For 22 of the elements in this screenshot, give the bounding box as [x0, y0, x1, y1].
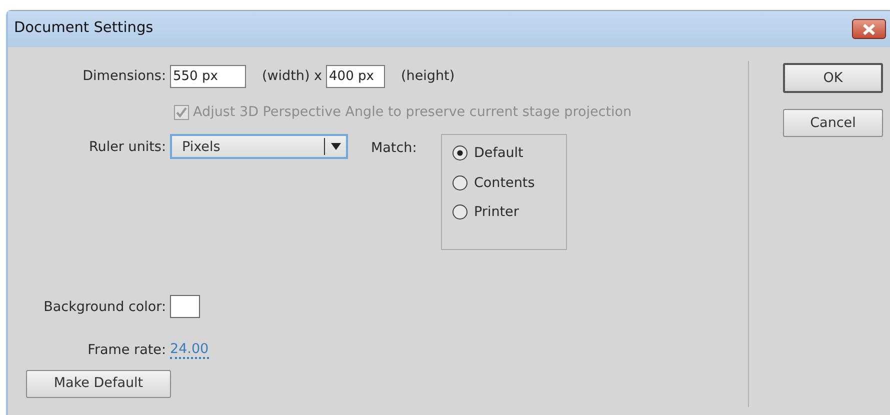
height-field[interactable]: 400 px [326, 65, 386, 88]
make-default-button[interactable]: Make Default [26, 370, 171, 398]
width-unit-label: (width) x [262, 67, 322, 86]
dialog-button[interactable]: Cancel [783, 109, 883, 137]
checkbox-label: Adjust 3D Perspective Angle to preserve current stage projection [193, 103, 632, 122]
ruler-units-dropdown[interactable]: Pixels [170, 134, 348, 160]
close-button[interactable] [852, 19, 886, 39]
match-label: Match: [371, 139, 418, 158]
dimensions-label: Dimensions: [82, 67, 166, 86]
radio-option[interactable]: Contents [452, 172, 566, 193]
radio-option[interactable]: Default [452, 143, 566, 164]
height-unit-label: (height) [401, 67, 455, 86]
dialog-button[interactable]: OK [783, 63, 883, 93]
caret-icon [330, 143, 340, 150]
frame-rate-label: Frame rate: [86, 341, 166, 360]
color-swatch[interactable] [170, 295, 200, 318]
close-icon [862, 24, 876, 34]
radio-option[interactable]: Printer [452, 202, 566, 222]
background-color-label: Background color: [42, 298, 166, 317]
width-field[interactable]: 550 px [170, 65, 246, 88]
ruler-units-label: Ruler units: [88, 138, 166, 158]
window-title: Document Settings [14, 19, 154, 38]
